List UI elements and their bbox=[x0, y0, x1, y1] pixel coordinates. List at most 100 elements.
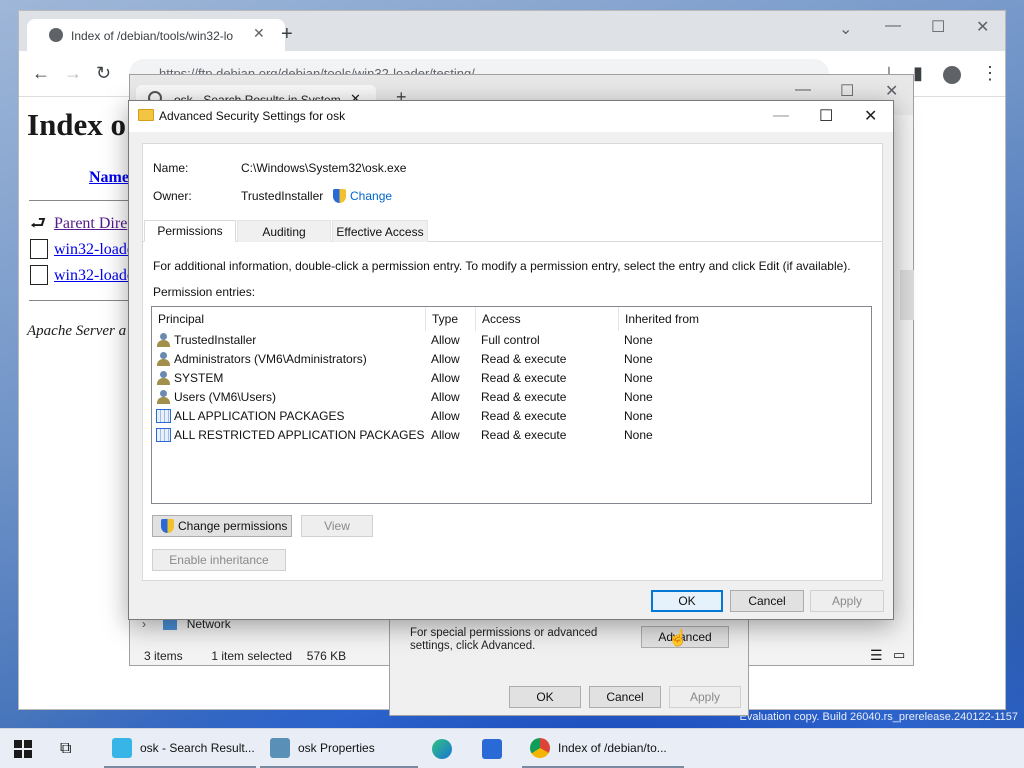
text-file-icon bbox=[30, 265, 48, 285]
cell-principal: Users (VM6\Users) bbox=[174, 390, 277, 404]
column-type[interactable]: Type bbox=[426, 307, 476, 331]
edge-icon[interactable] bbox=[432, 729, 452, 768]
file-explorer-icon bbox=[112, 737, 132, 758]
status-size: 576 KB bbox=[306, 649, 347, 663]
forward-icon[interactable]: → bbox=[64, 63, 82, 84]
apply-button[interactable]: Apply bbox=[810, 590, 884, 612]
cell-type: Allow bbox=[431, 352, 460, 366]
cell-principal: ALL RESTRICTED APPLICATION PACKAGES bbox=[174, 428, 425, 442]
cell-inherited: None bbox=[624, 428, 653, 442]
table-row[interactable]: TrustedInstaller Allow Full control None bbox=[152, 331, 871, 350]
view-button[interactable]: View bbox=[301, 515, 373, 537]
dialog-titlebar: Advanced Security Settings for osk — ☐ ✕ bbox=[129, 101, 893, 132]
cancel-button[interactable]: Cancel bbox=[730, 590, 804, 612]
windows-logo-icon bbox=[14, 740, 32, 758]
folder-icon bbox=[138, 109, 154, 121]
taskbar-chrome-label: Index of /debian/to... bbox=[558, 740, 667, 755]
user-group-icon bbox=[156, 371, 172, 385]
parent-directory-link[interactable]: Parent Dire bbox=[54, 215, 127, 233]
evaluation-watermark: Evaluation copy. Build 26040.rs_prerelea… bbox=[739, 711, 1018, 723]
props-apply-button[interactable]: Apply bbox=[669, 686, 741, 708]
change-permissions-button[interactable]: Change permissions bbox=[152, 515, 292, 537]
owner-label: Owner: bbox=[153, 189, 192, 203]
cell-inherited: None bbox=[624, 333, 653, 347]
tab-search-chevron-icon[interactable]: ⌄ bbox=[839, 19, 852, 39]
permission-entries-list[interactable]: Principal Type Access Inherited from Tru… bbox=[151, 306, 872, 504]
page-heading: Index o bbox=[27, 107, 127, 142]
props-ok-button[interactable]: OK bbox=[509, 686, 581, 708]
taskbar-properties[interactable]: osk Properties bbox=[260, 729, 418, 768]
maximize-icon[interactable]: ☐ bbox=[931, 17, 945, 37]
cell-access: Read & execute bbox=[481, 409, 567, 423]
store-icon[interactable] bbox=[482, 729, 502, 768]
tiles-view-icon[interactable]: ▭ bbox=[893, 647, 905, 663]
cell-principal: ALL APPLICATION PACKAGES bbox=[174, 409, 345, 423]
edge-logo bbox=[432, 739, 452, 759]
name-value[interactable]: C:\Windows\System32\osk.exe bbox=[241, 161, 406, 175]
taskbar-chrome[interactable]: Index of /debian/to... bbox=[522, 729, 684, 768]
profile-icon[interactable] bbox=[943, 66, 961, 84]
maximize-icon[interactable]: ☐ bbox=[840, 81, 854, 101]
close-icon[interactable]: ✕ bbox=[885, 81, 898, 101]
new-tab-button[interactable]: + bbox=[281, 23, 293, 46]
back-icon[interactable]: ← bbox=[32, 63, 50, 84]
sidebar-icon[interactable]: ▮ bbox=[913, 63, 923, 84]
permission-entries-label: Permission entries: bbox=[153, 285, 256, 299]
props-cancel-button[interactable]: Cancel bbox=[589, 686, 661, 708]
cell-type: Allow bbox=[431, 333, 460, 347]
tab-permissions[interactable]: Permissions bbox=[144, 220, 236, 242]
table-row[interactable]: Administrators (VM6\Administrators) Allo… bbox=[152, 350, 871, 369]
close-icon[interactable]: ✕ bbox=[976, 17, 989, 37]
table-row[interactable]: Users (VM6\Users) Allow Read & execute N… bbox=[152, 388, 871, 407]
column-inherited-from[interactable]: Inherited from bbox=[619, 307, 769, 331]
cell-principal: TrustedInstaller bbox=[174, 333, 257, 347]
cell-access: Read & execute bbox=[481, 428, 567, 442]
browser-tab-title: Index of /debian/tools/win32-lo bbox=[71, 29, 234, 43]
minimize-icon[interactable]: — bbox=[795, 81, 811, 99]
browser-tab[interactable]: Index of /debian/tools/win32-lo ✕ bbox=[27, 19, 285, 51]
tab-auditing[interactable]: Auditing bbox=[237, 220, 331, 242]
dialog-title: Advanced Security Settings for osk bbox=[159, 109, 346, 123]
cell-access: Read & execute bbox=[481, 371, 567, 385]
details-view-icon[interactable]: ☰ bbox=[870, 647, 883, 664]
change-owner-link[interactable]: Change bbox=[350, 189, 392, 203]
mouse-pointer-icon: ☝ bbox=[668, 630, 688, 647]
cell-principal: Administrators (VM6\Administrators) bbox=[174, 352, 367, 366]
cell-inherited: None bbox=[624, 352, 653, 366]
minimize-icon[interactable]: — bbox=[773, 107, 789, 125]
name-column-link[interactable]: Name bbox=[89, 169, 129, 187]
table-row[interactable]: SYSTEM Allow Read & execute None bbox=[152, 369, 871, 388]
file-link-2[interactable]: win32-loade bbox=[54, 267, 134, 285]
maximize-icon[interactable]: ☐ bbox=[819, 106, 833, 126]
scrollbar-thumb[interactable] bbox=[900, 270, 914, 320]
tab-effective-access[interactable]: Effective Access bbox=[332, 220, 428, 242]
enable-inheritance-button[interactable]: Enable inheritance bbox=[152, 549, 286, 571]
table-row[interactable]: ALL RESTRICTED APPLICATION PACKAGES Allo… bbox=[152, 426, 871, 445]
column-principal[interactable]: Principal bbox=[152, 307, 426, 331]
status-selected: 1 item selected bbox=[211, 649, 293, 663]
minimize-icon[interactable]: — bbox=[885, 17, 901, 35]
tab-strip: Permissions Auditing Effective Access bbox=[143, 220, 882, 242]
start-button[interactable] bbox=[14, 729, 32, 768]
file-link-1[interactable]: win32-loade bbox=[54, 241, 134, 259]
close-icon[interactable]: ✕ bbox=[864, 106, 877, 126]
taskbar-explorer[interactable]: osk - Search Result... bbox=[104, 729, 256, 768]
chrome-icon bbox=[530, 737, 550, 758]
table-row[interactable]: ALL APPLICATION PACKAGES Allow Read & ex… bbox=[152, 407, 871, 426]
reload-icon[interactable]: ↻ bbox=[96, 63, 111, 84]
cell-type: Allow bbox=[431, 428, 460, 442]
taskbar: ⧉ osk - Search Result... osk Properties … bbox=[0, 728, 1024, 768]
task-view-icon[interactable]: ⧉ bbox=[60, 729, 71, 768]
permissions-panel: Name: C:\Windows\System32\osk.exe Owner:… bbox=[142, 143, 883, 581]
column-access[interactable]: Access bbox=[476, 307, 619, 331]
advanced-hint-text: For special permissions or advanced sett… bbox=[410, 627, 598, 652]
cell-inherited: None bbox=[624, 390, 653, 404]
cell-type: Allow bbox=[431, 390, 460, 404]
uac-shield-icon bbox=[161, 519, 174, 533]
close-tab-icon[interactable]: ✕ bbox=[253, 25, 265, 42]
store-logo bbox=[482, 739, 502, 759]
menu-kebab-icon[interactable]: ⋮ bbox=[981, 63, 999, 84]
cell-inherited: None bbox=[624, 371, 653, 385]
ok-button[interactable]: OK bbox=[651, 590, 723, 612]
binary-file-icon bbox=[30, 239, 48, 259]
